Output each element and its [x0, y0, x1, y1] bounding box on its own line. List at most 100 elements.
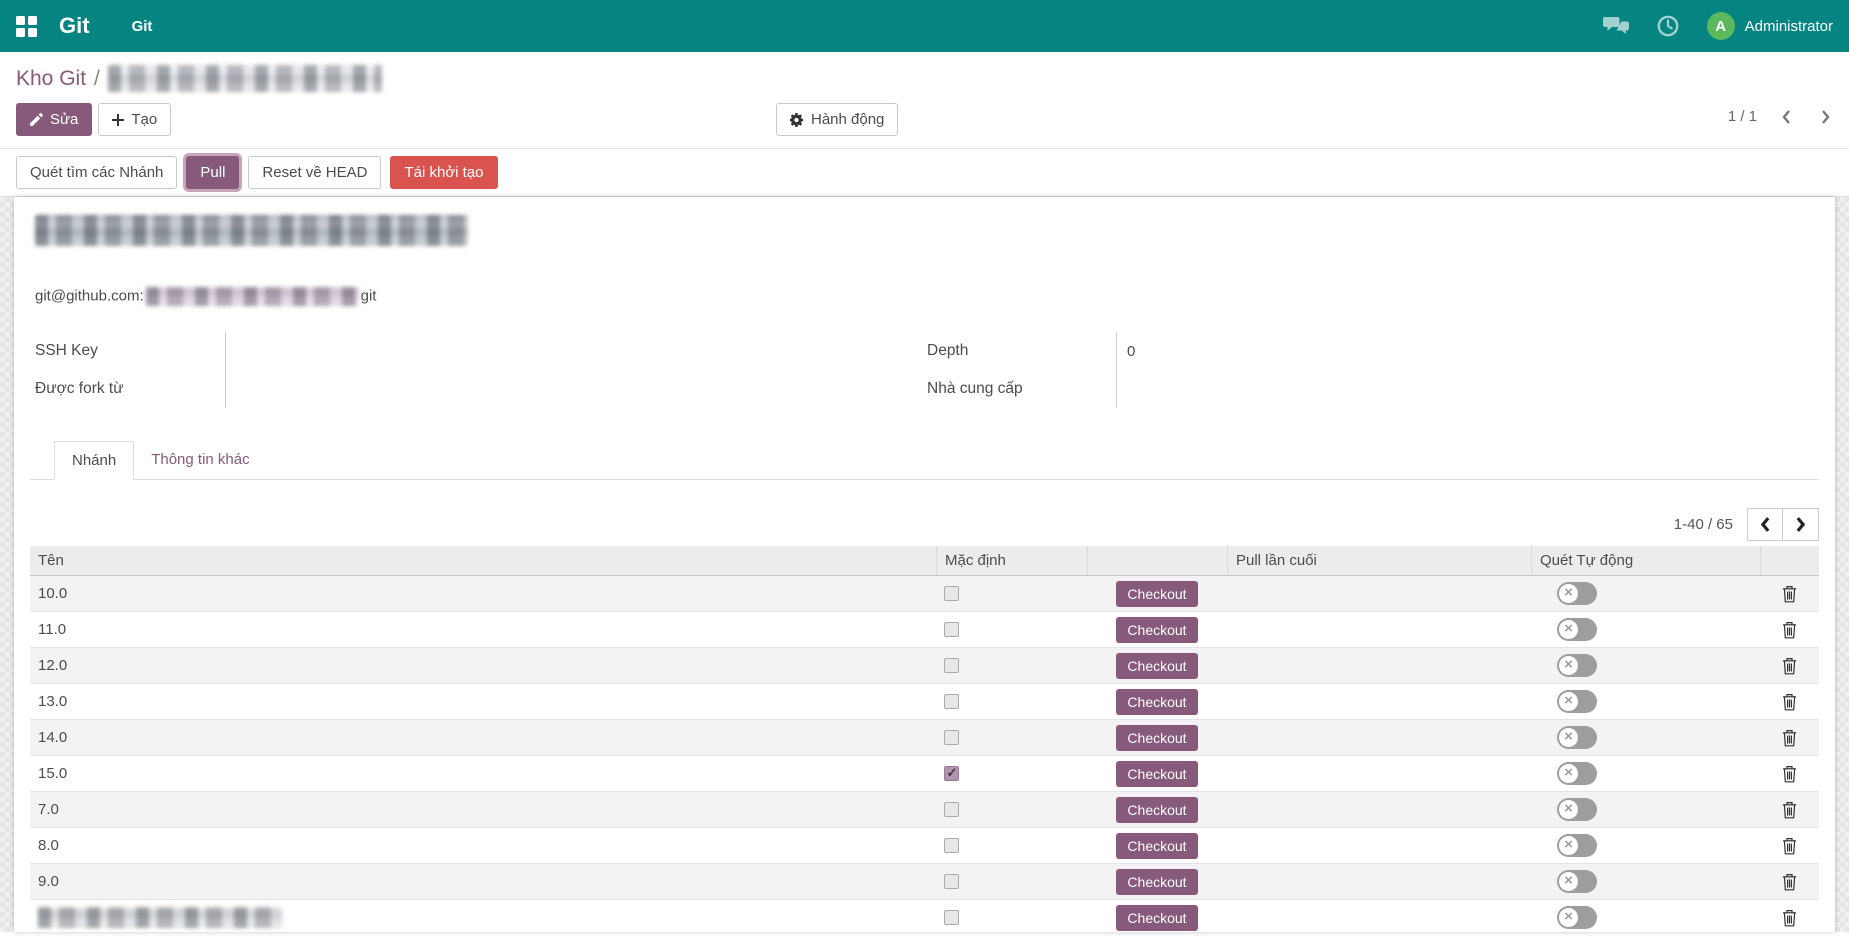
- checkout-button[interactable]: Checkout: [1116, 797, 1197, 823]
- user-name: Administrator: [1745, 18, 1833, 35]
- auto-scan-toggle[interactable]: [1557, 870, 1597, 893]
- page-background: git@github.com:git SSH Key Được fork từ …: [0, 197, 1849, 932]
- list-pager-next-button[interactable]: [1783, 508, 1819, 541]
- auto-scan-toggle[interactable]: [1557, 762, 1597, 785]
- checkout-button[interactable]: Checkout: [1116, 725, 1197, 751]
- tab-other-info[interactable]: Thông tin khác: [134, 441, 266, 480]
- messages-icon[interactable]: [1603, 15, 1629, 37]
- branch-name: 10.0: [30, 585, 936, 602]
- table-row[interactable]: 13.0 Checkout: [30, 684, 1819, 720]
- delete-trash-icon[interactable]: [1782, 693, 1797, 711]
- branch-name: 13.0: [30, 693, 936, 710]
- scan-branches-button[interactable]: Quét tìm các Nhánh: [16, 156, 177, 189]
- checkout-button[interactable]: Checkout: [1116, 581, 1197, 607]
- delete-trash-icon[interactable]: [1782, 801, 1797, 819]
- delete-trash-icon[interactable]: [1782, 729, 1797, 747]
- create-button[interactable]: Tạo: [98, 103, 171, 136]
- toggle-off-x-icon: [1559, 584, 1578, 603]
- branch-name: 8.0: [30, 837, 936, 854]
- checkout-button[interactable]: Checkout: [1116, 653, 1197, 679]
- record-pager-text: 1 / 1: [1728, 108, 1757, 125]
- delete-trash-icon[interactable]: [1782, 585, 1797, 603]
- default-checkbox[interactable]: [944, 838, 959, 853]
- delete-trash-icon[interactable]: [1782, 837, 1797, 855]
- auto-scan-toggle[interactable]: [1557, 690, 1597, 713]
- pencil-icon: [30, 113, 43, 126]
- default-checkbox[interactable]: [944, 694, 959, 709]
- branch-name: 9.0: [30, 873, 936, 890]
- column-header-last-pull[interactable]: Pull lần cuối: [1227, 546, 1531, 575]
- auto-scan-toggle[interactable]: [1557, 798, 1597, 821]
- breadcrumb-root-link[interactable]: Kho Git: [16, 67, 86, 91]
- branch-name: [30, 907, 936, 928]
- auto-scan-toggle[interactable]: [1557, 834, 1597, 857]
- reset-head-button[interactable]: Reset về HEAD: [248, 156, 381, 189]
- table-row[interactable]: 12.0 Checkout: [30, 648, 1819, 684]
- auto-scan-toggle[interactable]: [1557, 618, 1597, 641]
- branches-table-body: 10.0 Checkout 11.0 Check: [30, 576, 1819, 932]
- breadcrumb: Kho Git /: [16, 65, 1833, 92]
- branch-name: 15.0: [30, 765, 936, 782]
- pager-previous-icon[interactable]: [1779, 109, 1793, 125]
- menu-item-git[interactable]: Git: [132, 18, 153, 35]
- table-row[interactable]: 15.0 Checkout: [30, 756, 1819, 792]
- pull-button[interactable]: Pull: [186, 156, 239, 189]
- table-row[interactable]: 10.0 Checkout: [30, 576, 1819, 612]
- edit-button[interactable]: Sửa: [16, 103, 92, 136]
- provider-label: Nhà cung cấp: [927, 370, 1117, 408]
- default-checkbox[interactable]: [944, 910, 959, 925]
- list-pager-previous-button[interactable]: [1747, 508, 1783, 541]
- pager-next-icon[interactable]: [1819, 109, 1833, 125]
- record-title-redacted: [35, 215, 468, 246]
- delete-trash-icon[interactable]: [1782, 621, 1797, 639]
- default-checkbox[interactable]: [944, 730, 959, 745]
- delete-trash-icon[interactable]: [1782, 765, 1797, 783]
- toggle-off-x-icon: [1559, 872, 1578, 891]
- user-menu[interactable]: A Administrator: [1707, 12, 1833, 40]
- breadcrumb-current-redacted: [108, 65, 382, 92]
- forked-from-label: Được fork từ: [35, 370, 226, 408]
- delete-trash-icon[interactable]: [1782, 909, 1797, 927]
- column-header-name[interactable]: Tên: [30, 546, 936, 575]
- default-checkbox[interactable]: [944, 874, 959, 889]
- app-brand[interactable]: Git: [59, 13, 90, 39]
- branch-name: 11.0: [30, 621, 936, 638]
- column-header-delete: [1760, 546, 1819, 575]
- git-url: git@github.com:git: [35, 287, 1819, 306]
- column-header-default[interactable]: Mặc định: [936, 546, 1087, 575]
- auto-scan-toggle[interactable]: [1557, 582, 1597, 605]
- auto-scan-toggle[interactable]: [1557, 906, 1597, 929]
- default-checkbox[interactable]: [944, 802, 959, 817]
- checkout-button[interactable]: Checkout: [1116, 833, 1197, 859]
- default-checkbox[interactable]: [944, 586, 959, 601]
- default-checkbox[interactable]: [944, 622, 959, 637]
- default-checkbox[interactable]: [944, 658, 959, 673]
- branch-name: 12.0: [30, 657, 936, 674]
- reinitialize-button[interactable]: Tái khởi tạo: [390, 156, 497, 189]
- branch-name: 14.0: [30, 729, 936, 746]
- column-header-checkout: [1087, 546, 1227, 575]
- checkout-button[interactable]: Checkout: [1116, 617, 1197, 643]
- apps-grid-icon[interactable]: [16, 16, 37, 37]
- auto-scan-toggle[interactable]: [1557, 726, 1597, 749]
- checkout-button[interactable]: Checkout: [1116, 761, 1197, 787]
- tab-branches[interactable]: Nhánh: [54, 441, 134, 480]
- checkout-button[interactable]: Checkout: [1116, 905, 1197, 931]
- column-header-auto-scan[interactable]: Quét Tự động: [1531, 546, 1760, 575]
- table-row[interactable]: 11.0 Checkout: [30, 612, 1819, 648]
- default-checkbox[interactable]: [944, 766, 959, 781]
- delete-trash-icon[interactable]: [1782, 873, 1797, 891]
- checkout-button[interactable]: Checkout: [1116, 689, 1197, 715]
- toggle-off-x-icon: [1559, 836, 1578, 855]
- table-row[interactable]: Checkout: [30, 900, 1819, 932]
- delete-trash-icon[interactable]: [1782, 657, 1797, 675]
- table-row[interactable]: 9.0 Checkout: [30, 864, 1819, 900]
- table-row[interactable]: 8.0 Checkout: [30, 828, 1819, 864]
- toggle-off-x-icon: [1559, 692, 1578, 711]
- auto-scan-toggle[interactable]: [1557, 654, 1597, 677]
- checkout-button[interactable]: Checkout: [1116, 869, 1197, 895]
- activities-clock-icon[interactable]: [1655, 15, 1681, 37]
- table-row[interactable]: 7.0 Checkout: [30, 792, 1819, 828]
- table-row[interactable]: 14.0 Checkout: [30, 720, 1819, 756]
- action-menu-button[interactable]: Hành động: [776, 103, 898, 136]
